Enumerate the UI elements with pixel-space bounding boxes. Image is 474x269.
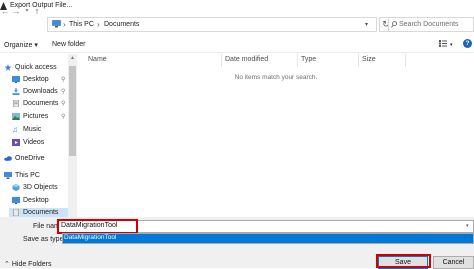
address-dropdown-chevron-icon[interactable]: ▾ xyxy=(365,21,368,28)
empty-folder-message: No items match your search. xyxy=(234,74,318,81)
hide-folders-label: Hide Folders xyxy=(11,261,52,268)
nav-item-pictures[interactable]: Pictures ⚲ xyxy=(12,112,68,124)
save-annotation-highlight xyxy=(376,254,431,268)
column-divider[interactable] xyxy=(405,54,406,67)
pin-icon: ⚲ xyxy=(61,89,66,95)
search-input[interactable]: Search Documents xyxy=(399,21,459,28)
autocomplete-suggestion-text: DataMigrationTool xyxy=(64,234,117,241)
computer-icon xyxy=(52,20,61,28)
download-folder-icon xyxy=(12,88,20,95)
column-divider[interactable] xyxy=(297,54,298,67)
nav-item-label: Desktop xyxy=(23,197,49,204)
search-icon xyxy=(391,21,397,28)
column-header-type[interactable]: Type xyxy=(301,56,316,66)
desktop-folder-icon xyxy=(12,197,20,204)
nav-item-label: OneDrive xyxy=(15,155,45,162)
file-name-input[interactable]: DataMigrationTool xyxy=(61,222,117,229)
breadcrumb-documents[interactable]: Documents xyxy=(104,21,139,28)
documents-folder-icon xyxy=(13,100,19,107)
up-arrow-icon[interactable]: ↑ xyxy=(32,5,42,17)
cancel-button[interactable]: Cancel xyxy=(433,256,474,269)
nav-item-label: 3D Objects xyxy=(23,184,58,191)
column-divider[interactable] xyxy=(358,54,359,67)
breadcrumb-this-pc[interactable]: This PC xyxy=(69,21,94,28)
column-divider[interactable] xyxy=(221,54,222,67)
music-icon: ♫ xyxy=(12,125,18,134)
view-options-icon[interactable] xyxy=(439,40,447,47)
scroll-up-arrow-icon[interactable]: ▲ xyxy=(69,55,76,61)
pictures-folder-icon xyxy=(12,113,20,120)
nav-item-this-pc[interactable]: This PC xyxy=(4,171,66,183)
star-icon xyxy=(4,64,12,71)
column-header-size[interactable]: Size xyxy=(362,56,376,66)
nav-item-onedrive[interactable]: OneDrive xyxy=(4,154,66,166)
videos-folder-icon xyxy=(12,139,20,146)
documents-folder-icon xyxy=(13,209,19,216)
recent-locations-chevron-icon[interactable]: ▾ xyxy=(22,5,32,17)
breadcrumb-separator-icon: › xyxy=(63,20,66,29)
nav-item-label: Music xyxy=(23,126,42,133)
nav-item-documents[interactable]: Documents ⚲ xyxy=(12,99,68,111)
forward-arrow-icon[interactable]: → xyxy=(11,5,21,17)
nav-item-label: Documents xyxy=(23,209,59,216)
pin-icon: ⚲ xyxy=(61,101,66,107)
3d-objects-icon xyxy=(12,184,20,191)
cloud-icon xyxy=(4,156,12,161)
save-as-type-label: Save as type: xyxy=(23,236,66,243)
autocomplete-suggestion[interactable] xyxy=(63,234,473,243)
nav-item-label: Quick access xyxy=(15,64,57,71)
nav-item-label: Documents xyxy=(23,100,59,107)
chevron-up-icon: ⌃ xyxy=(4,261,10,268)
file-name-dropdown-chevron-icon[interactable]: ▾ xyxy=(466,223,469,229)
nav-item-label: Videos xyxy=(23,139,45,146)
nav-item-3d-objects[interactable]: 3D Objects xyxy=(12,183,68,195)
nav-item-music[interactable]: ♫ Music xyxy=(12,125,68,137)
organize-menu-button[interactable]: Organize ▾ xyxy=(4,41,38,49)
back-arrow-icon[interactable]: ← xyxy=(0,5,10,17)
breadcrumb-separator-icon: › xyxy=(97,20,100,29)
nav-item-label: Downloads xyxy=(23,88,58,95)
nav-item-videos[interactable]: Videos xyxy=(12,138,68,150)
computer-icon xyxy=(4,172,12,179)
new-folder-button[interactable]: New folder xyxy=(52,41,85,48)
help-icon[interactable]: ? xyxy=(463,39,472,48)
nav-item-desktop-pc[interactable]: Desktop xyxy=(12,196,68,208)
hide-folders-toggle[interactable]: ⌃ Hide Folders xyxy=(4,260,52,268)
nav-item-label: Pictures xyxy=(23,113,49,120)
column-header-date-modified[interactable]: Date modified xyxy=(225,56,268,66)
nav-item-label: This PC xyxy=(15,172,40,179)
nav-item-downloads[interactable]: Downloads ⚲ xyxy=(12,87,68,99)
view-dropdown-chevron-icon[interactable]: ▾ xyxy=(450,42,453,48)
pin-icon: ⚲ xyxy=(61,114,66,120)
column-header-name[interactable]: Name xyxy=(88,56,107,66)
